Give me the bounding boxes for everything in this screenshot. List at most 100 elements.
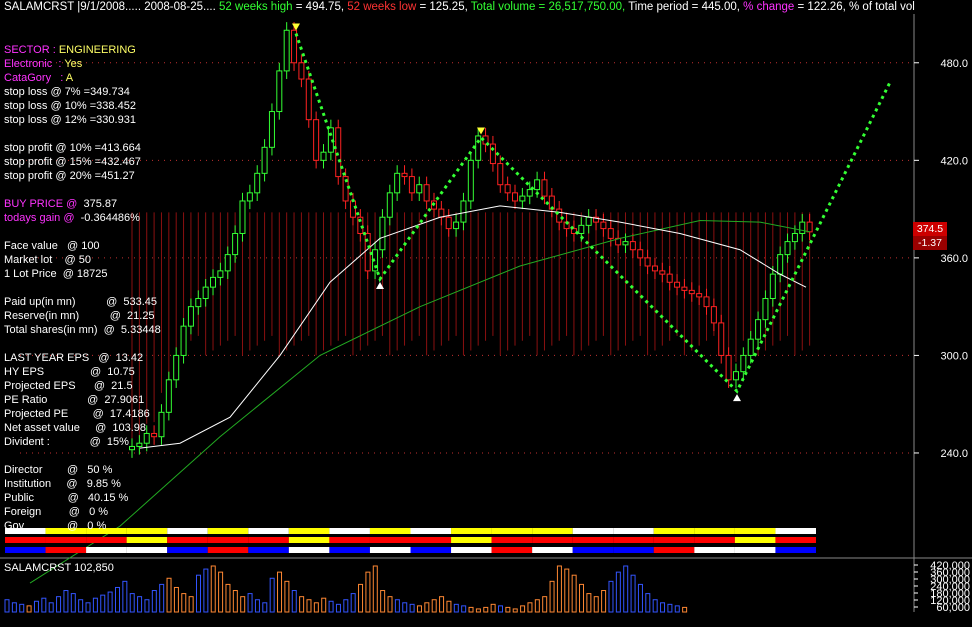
category: A <box>65 72 74 84</box>
w52-low-label: 52 weeks low <box>347 1 417 13</box>
signal-strip-segment <box>613 537 654 543</box>
signal-strip-segment <box>329 528 370 534</box>
volume-bar <box>660 602 666 613</box>
signal-strip-segment <box>45 537 87 543</box>
volume-bar <box>497 605 503 613</box>
candle-body <box>489 143 496 165</box>
volume-bar <box>240 596 246 613</box>
volume-bar <box>682 606 688 613</box>
signal-strip-segment <box>288 528 330 534</box>
divident: Divident : @ 15% <box>4 436 129 448</box>
volume-bar <box>343 599 349 613</box>
candle-body <box>526 189 533 197</box>
volume-tick-label: 60,000 <box>936 602 970 614</box>
candle-body <box>283 29 290 72</box>
signal-strip-segment <box>532 547 573 553</box>
stop-loss-10: stop loss @ 10% =338.452 <box>4 100 136 112</box>
volume-bar <box>593 596 599 613</box>
candle-body <box>806 221 813 233</box>
volume-bar <box>70 593 76 613</box>
candle-body <box>688 289 695 295</box>
signal-strip-segment <box>572 547 614 553</box>
signal-strip-segment <box>451 547 492 553</box>
signal-strip-segment <box>45 547 87 553</box>
candle-body <box>696 293 703 298</box>
volume-bar <box>461 605 467 613</box>
w52-low: = 125.25, <box>419 1 468 13</box>
volume-bar <box>210 565 216 613</box>
signal-strip-segment <box>613 547 654 553</box>
volume-bar <box>151 590 157 613</box>
candle-body <box>202 286 209 300</box>
candle-body <box>379 216 386 251</box>
volume-bar <box>196 574 202 613</box>
candle-body <box>725 354 732 381</box>
info-panel: SECTOR : ENGINEERING Electronic : Yes Ca… <box>4 29 161 533</box>
lot-price: 1 Lot Price @ 18725 <box>4 268 108 280</box>
y-tick-label: 420.0 <box>940 155 968 167</box>
volume-bar <box>114 586 120 613</box>
volume-bar <box>483 606 489 613</box>
volume-bar <box>92 597 98 613</box>
candle-body <box>755 319 762 340</box>
candle-body <box>784 241 791 256</box>
signal-strip-segment <box>775 547 816 553</box>
signal-strip-segment <box>207 537 249 543</box>
volume-bar <box>601 590 607 613</box>
reserve: Reserve(in mn) @ 21.25 <box>4 310 155 322</box>
volume-bar <box>534 599 540 613</box>
signal-strip-segment <box>694 528 735 534</box>
volume-label: SALAMCRST 102,850 <box>4 562 114 574</box>
trend-line <box>294 33 892 394</box>
y-tick-label: 300.0 <box>940 350 968 362</box>
candle-body <box>666 273 673 283</box>
candle-body <box>239 200 246 234</box>
candle-body <box>394 172 401 194</box>
sector-label: SECTOR : <box>4 44 56 56</box>
candle-body <box>659 270 666 275</box>
candle-body <box>740 354 747 373</box>
volume-bar <box>520 605 526 613</box>
signal-strip-segment <box>491 547 533 553</box>
chart-header: SALAMCRST |9/1/2008..... 2008-08-25.... … <box>4 1 915 13</box>
signal-strip-segment <box>653 537 695 543</box>
y-tick-label: 240.0 <box>940 448 968 460</box>
signal-strip-segment <box>451 537 492 543</box>
volume-bar <box>645 593 651 613</box>
nav: Net asset value @ 103.98 <box>4 422 147 434</box>
volume-bar <box>291 590 297 613</box>
pe-ratio: PE Ratio @ 27.9061 <box>4 394 145 406</box>
candle-body <box>180 325 187 356</box>
candle-body <box>681 286 688 291</box>
volume-bar <box>380 590 386 613</box>
stop-loss-12: stop loss @ 12% =330.931 <box>4 114 136 126</box>
electronic: Yes <box>64 58 83 70</box>
candle-body <box>423 184 430 202</box>
candle-body <box>629 241 636 251</box>
volume-bar <box>512 608 518 613</box>
category-label: CataGory : <box>4 72 64 84</box>
public: Public @ 40.15 % <box>4 492 129 504</box>
signal-strip-segment <box>410 528 452 534</box>
candle-body <box>416 184 423 194</box>
candle-body <box>674 281 681 288</box>
candle-body <box>534 179 541 191</box>
signal-strip-segment <box>5 537 46 543</box>
volume-bar <box>306 599 312 613</box>
candle-body <box>268 111 275 148</box>
header-tail: % of total vol <box>849 1 915 13</box>
signal-strip-segment <box>369 547 411 553</box>
buy-price-label: BUY PRICE @ <box>4 198 78 210</box>
signal-strip-segment <box>410 537 452 543</box>
market-lot: Market lot @ 50 <box>4 254 91 266</box>
volume-bar <box>33 600 39 613</box>
signal-strip-segment <box>613 528 654 534</box>
candle-body <box>254 172 261 194</box>
signal-strip-segment <box>207 528 249 534</box>
signal-strip-segment <box>167 547 208 553</box>
volume-bar <box>615 571 621 613</box>
volume-bar <box>26 605 32 613</box>
volume-bar <box>181 593 187 613</box>
candle-body <box>217 270 224 278</box>
volume-bar <box>166 577 172 613</box>
